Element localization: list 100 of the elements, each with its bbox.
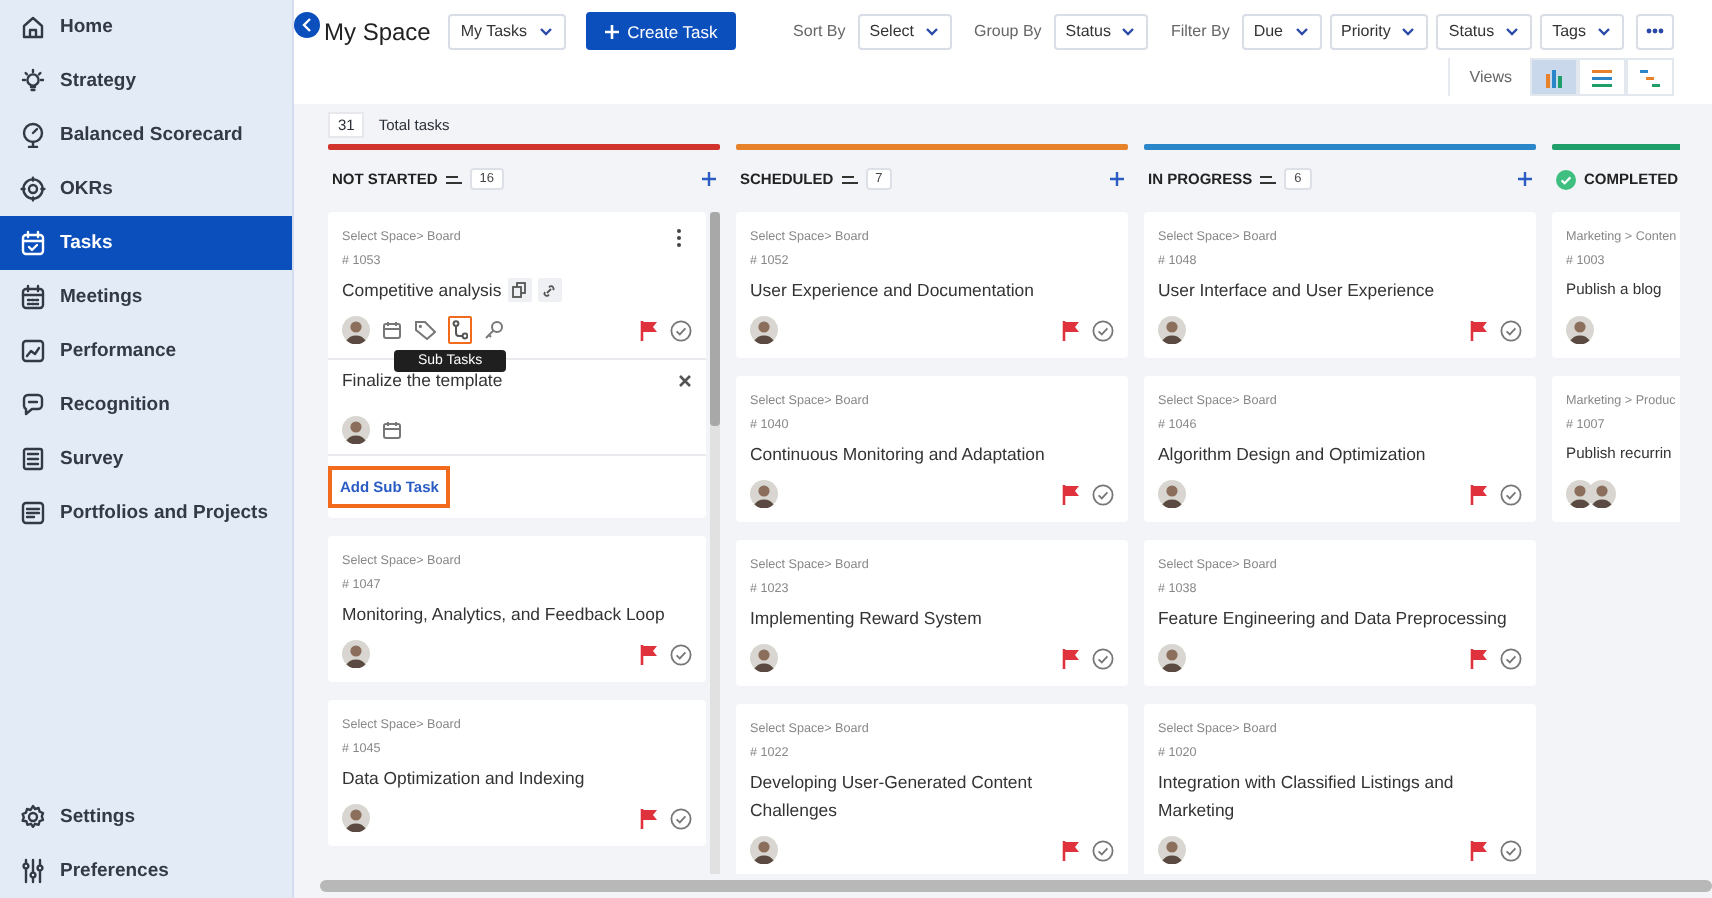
filter-label: Filter By [1170,22,1230,40]
task-title: Algorithm Design and Optimization [1158,442,1426,468]
plus-icon [603,23,620,39]
task-title: Developing User-Generated Content Challenges [750,770,1035,824]
caret-icon [1400,24,1417,38]
scope-dropdown[interactable]: My Tasks [448,13,566,49]
timeline-view-button[interactable] [1626,58,1674,96]
sidebar-item[interactable]: Performance [0,324,292,378]
task-title: Integration with Classified Listings and Marketing [1158,770,1456,824]
subtask-button[interactable] [448,316,472,344]
task-title: Monitoring, Analytics, and Feedback Loop [342,602,665,628]
chat-icon [20,392,46,418]
filter-dropdown[interactable]: Due [1241,13,1322,49]
sidebar-item[interactable]: Meetings [0,270,292,324]
check-circle-icon [1092,647,1114,669]
group-label: Group By [974,22,1042,40]
task-title: Feature Engineering and Data Preprocessing [1158,606,1507,632]
filter-dropdown[interactable]: Status [1436,13,1533,49]
check-circle-icon [1500,319,1522,341]
caret-icon [1596,24,1612,38]
check-circle-icon [670,319,692,341]
caret-icon [1504,24,1521,38]
task-title: User Interface and User Experience [1158,278,1435,304]
sidebar-item[interactable]: Settings [0,790,292,844]
list-icon [20,446,46,472]
avatar-icon [1158,480,1186,508]
scrollbar[interactable] [320,880,1712,892]
check-circle-icon [1500,483,1522,505]
tag-icon[interactable] [414,320,436,340]
plus-icon[interactable] [1518,172,1532,186]
task-title: User Experience and Documentation [750,278,1034,304]
link-icon[interactable] [537,278,562,302]
close-icon[interactable] [678,373,692,387]
check-circle-icon [670,807,692,829]
avatar-icon [1588,480,1616,508]
sidebar-item[interactable]: Tasks [0,216,292,270]
key-icon[interactable] [484,320,504,340]
calendar-icon[interactable] [382,320,402,340]
avatar-icon [342,640,370,668]
avatar-icon [750,316,778,344]
sidebar-item[interactable]: Strategy [0,54,292,108]
avatar-icon [750,480,778,508]
plus-icon[interactable] [702,172,716,186]
filter-dropdown[interactable]: Priority [1329,13,1429,49]
filter-dropdown[interactable]: Tags [1540,13,1624,49]
gauge-icon [20,122,46,148]
create-task-button[interactable]: Create Task [585,12,736,50]
check-circle-icon [1500,839,1522,861]
avatar-icon [342,316,370,344]
more-vertical-icon[interactable] [676,228,682,248]
avatar-icon [1566,316,1594,344]
sidebar-item[interactable]: Recognition [0,378,292,432]
avatar-icon [342,804,370,832]
more-icon [1646,28,1664,34]
copy-icon[interactable] [507,278,532,302]
sidebar-item[interactable]: OKRs [0,162,292,216]
settings-icon [20,804,46,830]
check-circle-icon [1092,319,1114,341]
sidebar-item[interactable]: Balanced Scorecard [0,108,292,162]
check-circle-icon [1092,483,1114,505]
subtask-input[interactable]: Finalize the template [342,370,678,390]
avatar-icon [1158,316,1186,344]
caret-icon [1293,24,1310,38]
more-button[interactable] [1636,13,1674,49]
list-icon [1592,67,1612,87]
sidebar-item[interactable]: Preferences [0,844,292,898]
caret-icon [537,24,554,38]
caret-icon [924,24,940,38]
plus-icon[interactable] [1110,172,1124,186]
caret-icon [1120,24,1137,38]
task-title: Implementing Reward System [750,606,982,632]
task-title: Data Optimization and Indexing [342,766,585,792]
page-title: My Space [324,17,431,45]
sort-dropdown[interactable]: Select [857,13,952,49]
calendar-icon [20,284,46,310]
board-view-button[interactable] [1530,58,1578,96]
target-icon [20,176,46,202]
sort-label: Sort By [793,22,846,40]
sidebar-item[interactable]: Survey [0,432,292,486]
list-view-button[interactable] [1578,58,1626,96]
home-icon [20,14,46,40]
check-circle-icon [1092,839,1114,861]
lightbulb-icon [20,68,46,94]
sliders-icon [20,858,46,884]
avatar-icon [342,416,370,444]
avatar-icon [750,644,778,672]
check-circle-icon [670,643,692,665]
document-icon [20,500,46,526]
chart-icon [20,338,46,364]
columns-icon [1544,67,1564,87]
sort-icon [841,173,858,185]
avatar-icon [750,836,778,864]
calendar-icon[interactable] [382,420,402,440]
avatar-icon [1158,836,1186,864]
avatar-icon [1158,644,1186,672]
sidebar-item[interactable]: Portfolios and Projects [0,486,292,540]
group-dropdown[interactable]: Status [1053,13,1149,49]
calendar-check-icon [20,230,46,256]
sidebar-item[interactable]: Home [0,0,292,54]
scrollbar[interactable] [710,212,720,874]
